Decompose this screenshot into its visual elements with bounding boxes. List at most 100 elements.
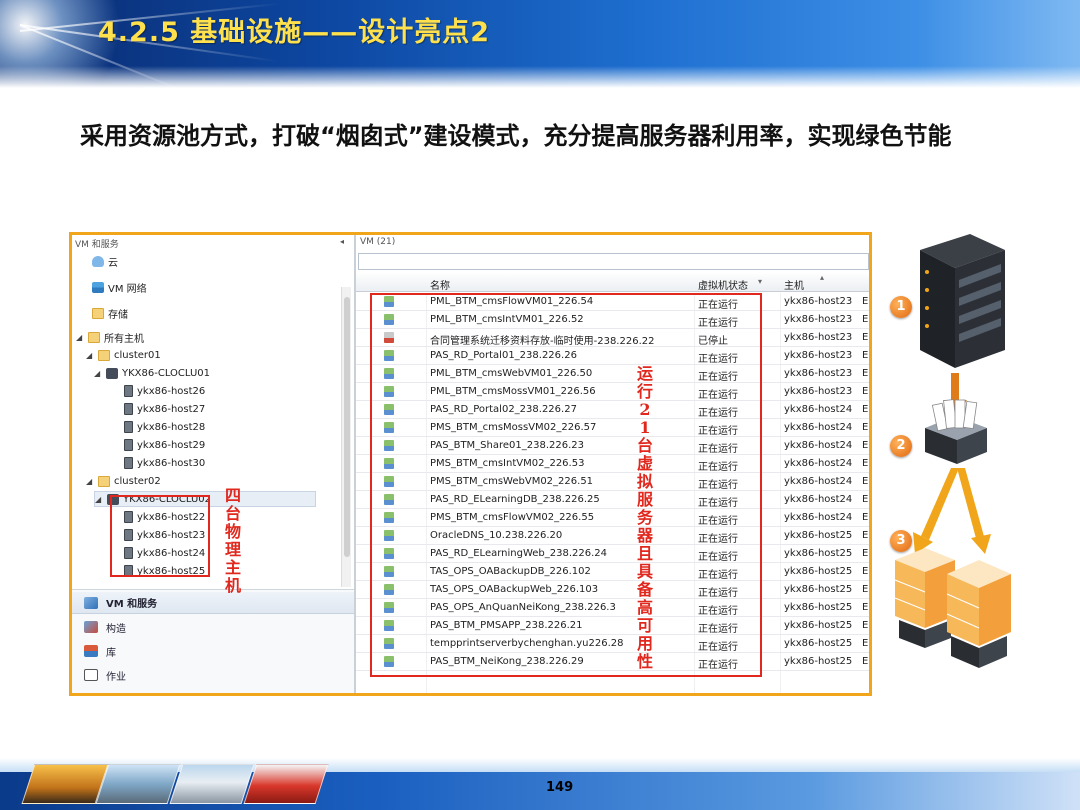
host-icon [124,403,133,415]
truncated-column-cell: E [862,620,869,631]
workspace-label: 作业 [106,671,126,683]
vm-search-input[interactable] [358,253,869,270]
workspace-label: VM 和服务 [106,599,158,610]
vm-host-cell: ykx86-host24 [784,404,853,415]
tree-item-label: 云 [108,257,118,269]
tree-item[interactable]: ykx86-host28 [112,419,205,435]
column-header-host[interactable]: 主机 [784,277,804,292]
tree-item[interactable]: ◢ 所有主机 [76,329,144,345]
expand-toggle-icon[interactable]: ◢ [76,333,84,342]
expand-toggle-icon[interactable]: ◢ [86,477,94,486]
footer-photo-storage-tanks [169,764,255,804]
tree-item[interactable]: ykx86-host27 [112,401,205,417]
truncated-column-cell: E [862,368,869,379]
workspace-fabric-button[interactable]: 构造 [72,616,354,638]
host-icon [124,457,133,469]
vm-host-cell: ykx86-host25 [784,656,853,667]
page-number: 149 [546,780,574,795]
truncated-column-cell: E [862,656,869,667]
sort-ascending-icon[interactable]: ▴ [820,273,824,282]
expand-toggle-icon[interactable]: ◢ [95,495,103,504]
vm-host-cell: ykx86-host23 [784,314,853,325]
step-3-badge: 3 [890,530,912,552]
truncated-column-cell: E [862,350,869,361]
vm-host-cell: ykx86-host24 [784,512,853,523]
tree-item-label: ykx86-host30 [137,457,206,469]
truncated-column-cell: E [862,314,869,325]
truncated-column-cell: E [862,440,869,451]
tree-item[interactable]: 云 [80,253,118,269]
vm-host-cell: ykx86-host24 [784,494,853,505]
vm-host-cell: ykx86-host25 [784,548,853,559]
tree-item[interactable]: ykx86-host26 [112,383,205,399]
vm-host-cell: ykx86-host25 [784,602,853,613]
jobs-icon [84,669,98,681]
vm-host-cell: ykx86-host25 [784,530,853,541]
vm-list-title: VM (21) [360,237,396,247]
tree-item-label: 所有主机 [104,333,144,345]
tree-item[interactable]: VM 网络 [80,279,147,295]
truncated-column-cell: E [862,386,869,397]
library-icon [84,645,98,657]
vm-host-cell: ykx86-host24 [784,422,853,433]
tree-item-label: ykx86-host29 [137,439,206,451]
tree-item[interactable]: ◢ cluster01 [86,347,161,363]
tree-item-label: ykx86-host28 [137,421,206,433]
folder-icon [98,475,110,487]
host-icon [124,385,133,397]
server-rack-icon [920,234,1005,368]
tree-item[interactable]: ◢ cluster02 [86,473,161,489]
column-header-status[interactable]: 虚拟机状态 [698,277,748,292]
nav-scrollbar[interactable] [341,287,351,587]
step-2-badge: 2 [890,435,912,457]
vm-host-cell: ykx86-host23 [784,386,853,397]
tree-item[interactable]: ◢ YKX86-CLOCLU01 [94,365,210,381]
navigation-pane: VM 和服务 云 VM 网络存储 ◢ 所有主机 ◢ cluster01 ◢ YKX86-CLO… [72,235,354,693]
vm-host-cell: ykx86-host25 [784,566,853,577]
expand-toggle-icon[interactable]: ◢ [86,351,94,360]
vm-host-cell: ykx86-host23 [784,296,853,307]
vm-network-icon [92,281,104,293]
storage-icon [92,307,104,319]
truncated-column-cell: E [862,512,869,523]
tree-item[interactable]: ykx86-host30 [112,455,205,471]
hosts-highlight-box [110,495,210,577]
workspace-label: 构造 [106,623,126,635]
hosts-annotation-label: 四台物理主机 [224,486,241,595]
workspace-library-button[interactable]: 库 [72,640,354,662]
truncated-column-cell: E [862,458,869,469]
nav-pane-title: VM 和服务 [75,240,119,250]
tree-item-label: cluster02 [114,475,161,487]
tree-item[interactable]: ykx86-host29 [112,437,205,453]
server-pool-icon [894,548,1011,668]
truncated-column-cell: E [862,332,869,343]
folder-icon [88,331,100,343]
vm-host-cell: ykx86-host23 [784,350,853,361]
vm-host-cell: ykx86-host23 [784,368,853,379]
virtualization-illustration: 1 2 3 [885,228,1065,688]
collapse-arrow-icon[interactable]: ◂ [340,237,344,246]
vms-highlight-box [370,293,762,677]
resource-pool-diagram [894,234,1011,668]
tree-item[interactable]: 存储 [80,305,128,321]
vm-table-header: 名称 虚拟机状态 ▾ 主机 ▴ [356,273,869,292]
truncated-column-cell: E [862,602,869,613]
tree-item-label: VM 网络 [108,283,147,295]
tree-item-label: 存储 [108,309,128,321]
truncated-column-cell: E [862,494,869,505]
workspace-jobs-button[interactable]: 作业 [72,664,354,686]
sort-dropdown-icon[interactable]: ▾ [758,277,762,286]
truncated-column-cell: E [862,584,869,595]
truncated-column-cell: E [862,296,869,307]
truncated-column-cell: E [862,548,869,559]
column-header-name[interactable]: 名称 [430,277,450,292]
host-icon [124,421,133,433]
vm-manager-window: VM 和服务 云 VM 网络存储 ◢ 所有主机 ◢ cluster01 ◢ YKX86-CLO… [69,232,872,696]
tree-item-label: cluster01 [114,349,161,361]
workspace-vm-services-button[interactable]: VM 和服务 [72,592,354,614]
workload-box-icon [925,399,987,464]
cloud-icon [92,255,104,267]
truncated-column-cell: E [862,566,869,577]
expand-toggle-icon[interactable]: ◢ [94,369,102,378]
workspace-switcher: VM 和服务 构造 库 作业 [72,589,354,693]
